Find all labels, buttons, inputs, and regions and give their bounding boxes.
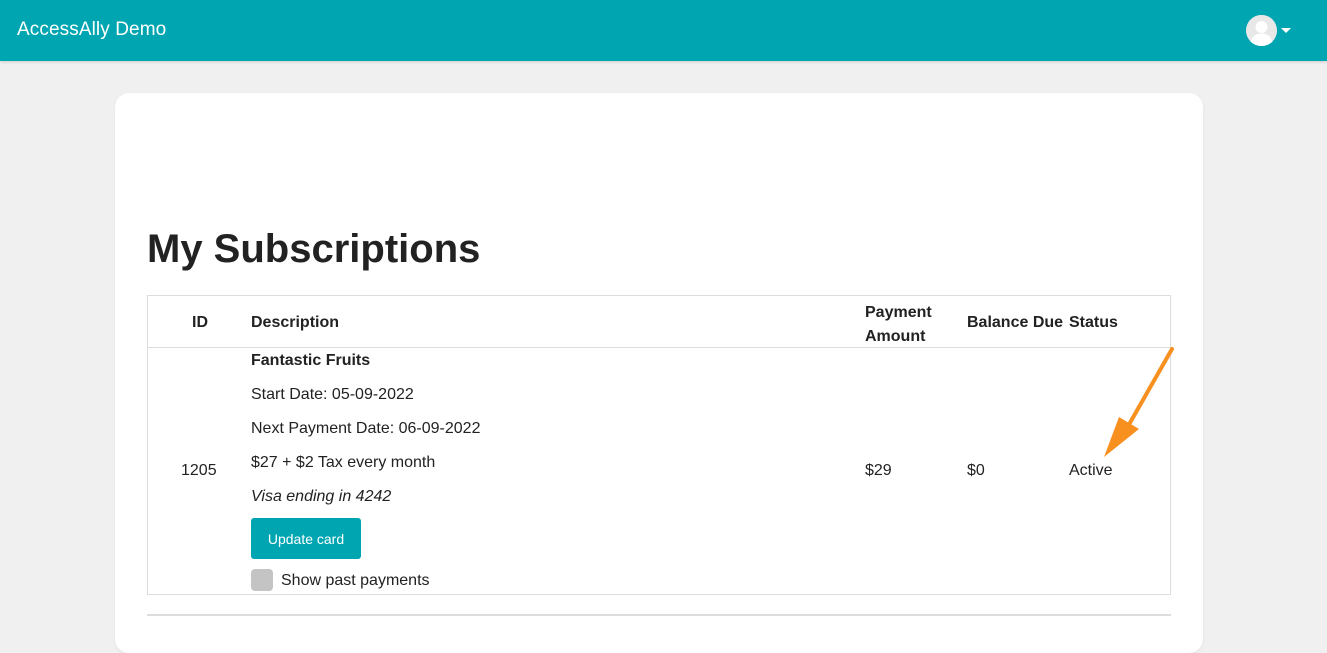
show-past-payments-label: Show past payments — [281, 572, 430, 589]
column-header-id: ID — [192, 314, 208, 331]
caret-down-icon — [1281, 28, 1291, 33]
arrow-pointer-icon — [1104, 347, 1174, 457]
start-date: Start Date: 05-09-2022 — [251, 386, 414, 403]
site-brand[interactable]: AccessAlly Demo — [17, 19, 166, 41]
user-menu-button[interactable] — [1246, 14, 1292, 46]
table-header-row: ID Description Payment Amount Balance Du… — [148, 296, 1170, 348]
show-past-payments-checkbox[interactable] — [251, 569, 273, 591]
column-header-status: Status — [1069, 314, 1118, 331]
price-details: $27 + $2 Tax every month — [251, 454, 436, 471]
subscriptions-table: ID Description Payment Amount Balance Du… — [147, 295, 1171, 595]
page-title: My Subscriptions — [147, 227, 481, 271]
user-avatar-icon — [1246, 15, 1277, 46]
top-navbar: AccessAlly Demo — [0, 0, 1327, 61]
column-header-balance-due: Balance Due — [967, 314, 1064, 331]
card-info: Visa ending in 4242 — [251, 488, 392, 505]
product-name: Fantastic Fruits — [251, 352, 371, 369]
next-payment-date: Next Payment Date: 06-09-2022 — [251, 420, 481, 437]
column-header-description: Description — [251, 314, 340, 331]
subscription-id: 1205 — [181, 462, 217, 479]
payment-amount: $29 — [865, 462, 892, 479]
balance-due: $0 — [967, 462, 985, 479]
update-card-button[interactable]: Update card — [251, 518, 361, 559]
column-header-payment-amount: Payment Amount — [865, 304, 932, 345]
